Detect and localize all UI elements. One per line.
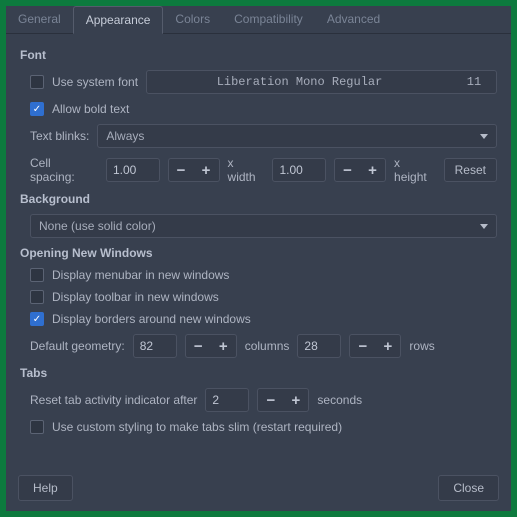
section-background: Background: [20, 192, 497, 206]
rows-minus-button[interactable]: −: [349, 334, 375, 358]
reset-indicator-post: seconds: [317, 393, 362, 407]
default-geometry-row: Default geometry: 82 − + columns 28 − + …: [30, 334, 497, 358]
tab-compatibility[interactable]: Compatibility: [222, 6, 315, 33]
tab-advanced[interactable]: Advanced: [315, 6, 392, 33]
use-system-font-checkbox[interactable]: [30, 75, 44, 89]
allow-bold-label: Allow bold text: [52, 102, 129, 116]
text-blinks-select[interactable]: Always: [97, 124, 497, 148]
font-chooser[interactable]: Liberation Mono Regular 11: [146, 70, 497, 94]
background-select[interactable]: None (use solid color): [30, 214, 497, 238]
menubar-row: Display menubar in new windows: [30, 268, 497, 282]
reset-seconds-plus-button[interactable]: +: [283, 388, 309, 412]
height-plus-button[interactable]: +: [360, 158, 386, 182]
rows-input[interactable]: 28: [297, 334, 341, 358]
reset-seconds-minus-button[interactable]: −: [257, 388, 283, 412]
use-system-font-row: Use system font Liberation Mono Regular …: [30, 70, 497, 94]
toolbar-checkbox[interactable]: [30, 290, 44, 304]
toolbar-label: Display toolbar in new windows: [52, 290, 219, 304]
height-input[interactable]: 1.00: [272, 158, 326, 182]
columns-minus-button[interactable]: −: [185, 334, 211, 358]
background-row: None (use solid color): [30, 214, 497, 238]
width-suffix: x width: [228, 156, 265, 184]
chevron-down-icon: [480, 224, 488, 229]
cell-spacing-label: Cell spacing:: [30, 156, 98, 184]
cell-spacing-row: Cell spacing: 1.00 − + x width 1.00 − + …: [30, 156, 497, 184]
custom-styling-label: Use custom styling to make tabs slim (re…: [52, 420, 342, 434]
background-value: None (use solid color): [39, 219, 156, 233]
toolbar-row: Display toolbar in new windows: [30, 290, 497, 304]
custom-styling-row: Use custom styling to make tabs slim (re…: [30, 420, 497, 434]
section-tabs: Tabs: [20, 366, 497, 380]
rows-suffix: rows: [409, 339, 434, 353]
borders-checkbox[interactable]: ✓: [30, 312, 44, 326]
tab-bar: General Appearance Colors Compatibility …: [6, 6, 511, 34]
text-blinks-value: Always: [106, 129, 144, 143]
custom-styling-checkbox[interactable]: [30, 420, 44, 434]
default-geometry-label: Default geometry:: [30, 339, 125, 353]
text-blinks-label: Text blinks:: [30, 129, 89, 143]
width-minus-button[interactable]: −: [168, 158, 194, 182]
columns-plus-button[interactable]: +: [211, 334, 237, 358]
close-button[interactable]: Close: [438, 475, 499, 501]
height-suffix: x height: [394, 156, 436, 184]
columns-input[interactable]: 82: [133, 334, 177, 358]
font-name-value: Liberation Mono Regular: [147, 75, 452, 89]
font-size-value: 11: [452, 75, 496, 89]
help-button[interactable]: Help: [18, 475, 73, 501]
menubar-label: Display menubar in new windows: [52, 268, 229, 282]
height-minus-button[interactable]: −: [334, 158, 360, 182]
section-new-windows: Opening New Windows: [20, 246, 497, 260]
dialog-footer: Help Close: [6, 467, 511, 511]
width-input[interactable]: 1.00: [106, 158, 160, 182]
reset-indicator-row: Reset tab activity indicator after 2 − +…: [30, 388, 497, 412]
allow-bold-checkbox[interactable]: ✓: [30, 102, 44, 116]
borders-row: ✓ Display borders around new windows: [30, 312, 497, 326]
borders-label: Display borders around new windows: [52, 312, 251, 326]
tab-appearance[interactable]: Appearance: [73, 6, 164, 34]
tab-general[interactable]: General: [6, 6, 73, 33]
width-plus-button[interactable]: +: [194, 158, 220, 182]
preferences-window: General Appearance Colors Compatibility …: [6, 6, 511, 511]
reset-indicator-pre: Reset tab activity indicator after: [30, 393, 197, 407]
reset-seconds-input[interactable]: 2: [205, 388, 249, 412]
columns-suffix: columns: [245, 339, 290, 353]
use-system-font-label: Use system font: [52, 75, 138, 89]
menubar-checkbox[interactable]: [30, 268, 44, 282]
rows-plus-button[interactable]: +: [375, 334, 401, 358]
chevron-down-icon: [480, 134, 488, 139]
reset-cell-spacing-button[interactable]: Reset: [444, 158, 497, 182]
tab-colors[interactable]: Colors: [163, 6, 222, 33]
section-font: Font: [20, 48, 497, 62]
allow-bold-row: ✓ Allow bold text: [30, 102, 497, 116]
appearance-panel: Font Use system font Liberation Mono Reg…: [6, 34, 511, 467]
text-blinks-row: Text blinks: Always: [30, 124, 497, 148]
